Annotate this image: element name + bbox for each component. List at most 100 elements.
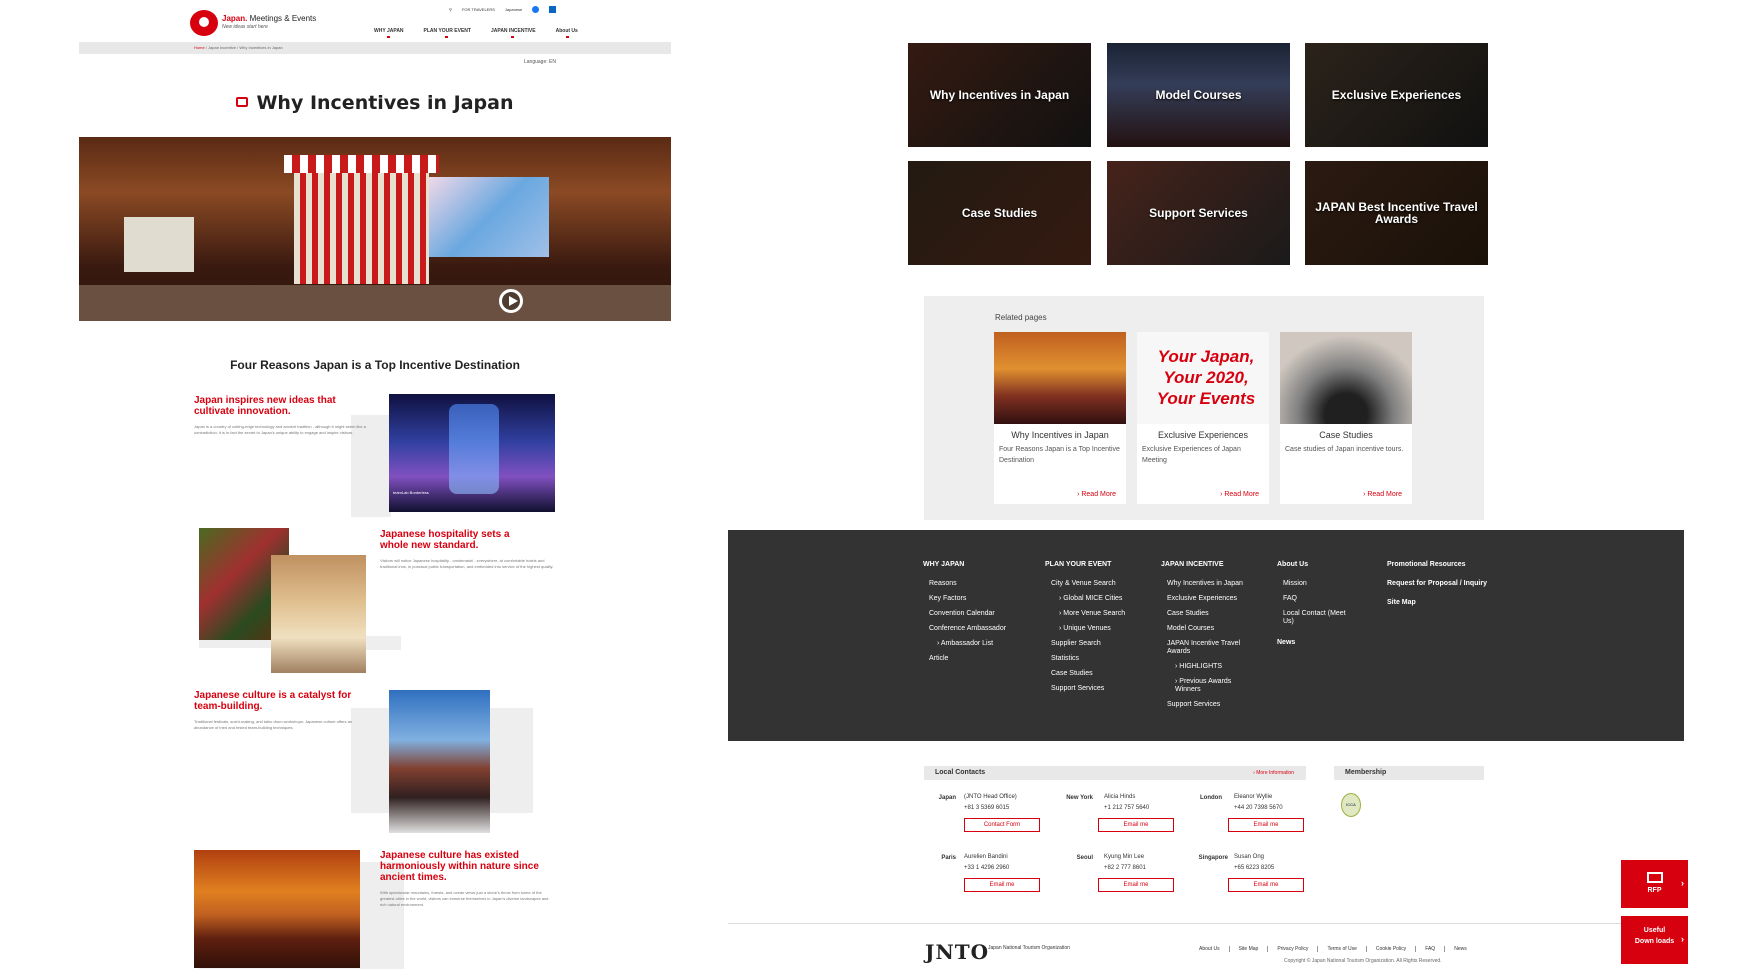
footer-link[interactable]: Case Studies xyxy=(1167,610,1256,618)
useful-downloads-button[interactable]: Useful Down loads › xyxy=(1621,916,1688,964)
footer-link[interactable]: Convention Calendar xyxy=(929,610,1006,618)
bottom-link-about[interactable]: About Us xyxy=(1190,946,1230,952)
email-me-button[interactable]: Email me xyxy=(1228,818,1304,832)
footer-link[interactable]: Statistics xyxy=(1051,655,1125,663)
read-more-label: Read More xyxy=(1224,491,1259,498)
footer-link[interactable]: Conference Ambassador xyxy=(929,625,1006,633)
footer-link[interactable]: › Global MICE Cities xyxy=(1059,595,1125,603)
reason-3-heading: Japanese culture is a catalyst for team-… xyxy=(194,690,352,712)
footer-link[interactable]: Support Services xyxy=(1051,685,1125,693)
festival-float-image xyxy=(389,690,490,833)
footer-link[interactable]: City & Venue Search xyxy=(1051,580,1125,588)
contact-phone: +1 212 757 5640 xyxy=(1104,805,1150,811)
related-card[interactable]: Why Incentives in Japan Four Reasons Jap… xyxy=(994,332,1126,504)
tile-best-incentive-awards[interactable]: JAPAN Best Incentive Travel Awards xyxy=(1305,161,1488,265)
more-information-link[interactable]: › More Information xyxy=(1253,770,1294,776)
footer-link[interactable]: FAQ xyxy=(1283,595,1347,603)
left-page: Japan. Meetings & Events New ideas start … xyxy=(79,0,671,969)
jnto-logo[interactable]: JNTO xyxy=(925,940,989,964)
nav-plan-your-event[interactable]: PLAN YOUR EVENT xyxy=(424,28,471,38)
reason-2-body: Visitors will notice Japanese hospitalit… xyxy=(380,558,554,569)
related-card[interactable]: Your Japan, Your 2020, Your Events Exclu… xyxy=(1137,332,1269,504)
email-me-button[interactable]: Email me xyxy=(1098,878,1174,892)
linkedin-icon[interactable] xyxy=(549,6,557,13)
bottom-link-faq[interactable]: FAQ xyxy=(1416,946,1446,952)
nav-why-japan[interactable]: WHY JAPAN xyxy=(374,28,404,38)
footer-link[interactable]: Support Services xyxy=(1167,701,1256,709)
footer-heading[interactable]: Promotional Resources xyxy=(1387,561,1487,569)
footer-link[interactable]: › Unique Venues xyxy=(1059,625,1125,633)
footer-link[interactable]: Model Courses xyxy=(1167,625,1256,633)
footer-link[interactable]: Local Contact (Meet Us) xyxy=(1283,610,1347,626)
bottom-link-sitemap[interactable]: Site Map xyxy=(1230,946,1269,952)
local-contacts-title: Local Contacts xyxy=(935,769,986,776)
tile-model-courses[interactable]: Model Courses xyxy=(1107,43,1290,147)
card-image: Your Japan, Your 2020, Your Events xyxy=(1137,332,1269,424)
icca-membership-badge[interactable]: ICCA xyxy=(1341,793,1361,817)
email-me-button[interactable]: Email me xyxy=(1098,818,1174,832)
play-video-icon[interactable] xyxy=(499,289,523,313)
local-contacts-header: Local Contacts › More Information xyxy=(924,766,1306,780)
japanese-link[interactable]: Japanese xyxy=(505,7,522,12)
footer-link[interactable]: Key Factors xyxy=(929,595,1006,603)
search-icon[interactable]: ⚲ xyxy=(449,7,452,12)
footer-heading[interactable]: WHY JAPAN xyxy=(923,561,1006,569)
footer-sitemap-link[interactable]: Site Map xyxy=(1387,599,1487,607)
card-desc: Case studies of Japan incentive tours. xyxy=(1285,446,1404,453)
footer-link[interactable]: Why Incentives in Japan xyxy=(1167,580,1256,588)
breadcrumb-home[interactable]: Home xyxy=(194,45,205,50)
nav-japan-incentive[interactable]: JAPAN INCENTIVE xyxy=(491,28,536,38)
tile-exclusive-experiences[interactable]: Exclusive Experiences xyxy=(1305,43,1488,147)
main-nav: WHY JAPAN PLAN YOUR EVENT JAPAN INCENTIV… xyxy=(374,28,578,38)
contact-name: Susan Ong xyxy=(1234,854,1265,860)
tile-why-incentives[interactable]: Why Incentives in Japan xyxy=(908,43,1091,147)
tile-support-services[interactable]: Support Services xyxy=(1107,161,1290,265)
bottom-link-news[interactable]: News xyxy=(1445,946,1476,952)
footer-rfp-link[interactable]: Request for Proposal / Inquiry xyxy=(1387,580,1487,588)
footer-link[interactable]: JAPAN Incentive Travel Awards xyxy=(1167,640,1256,656)
footer-link[interactable]: Case Studies xyxy=(1051,670,1125,678)
facebook-icon[interactable] xyxy=(532,6,540,13)
footer-link[interactable]: › More Venue Search xyxy=(1059,610,1125,618)
email-me-button[interactable]: Email me xyxy=(964,878,1040,892)
for-travelers-link[interactable]: FOR TRAVELERS xyxy=(462,7,495,12)
hero-image xyxy=(79,137,671,321)
rfp-button[interactable]: RFP › xyxy=(1621,860,1688,908)
title-icon xyxy=(236,97,249,107)
contact-phone: +82 2 777 8601 xyxy=(1104,865,1146,871)
page-title: Why Incentives in Japan xyxy=(79,92,671,114)
nav-about-us[interactable]: About Us xyxy=(556,28,578,38)
site-logo[interactable]: Japan. Meetings & Events New ideas start … xyxy=(190,10,316,36)
bottom-link-terms[interactable]: Terms of Use xyxy=(1318,946,1367,952)
breadcrumb-japan-incentive[interactable]: Japan Incentive xyxy=(208,45,236,50)
card-title: Exclusive Experiences xyxy=(1157,430,1249,440)
bottom-link-privacy[interactable]: Privacy Policy xyxy=(1268,946,1319,952)
footer-link[interactable]: Exclusive Experiences xyxy=(1167,595,1256,603)
footer-link[interactable]: › Ambassador List xyxy=(937,640,1006,648)
footer-heading[interactable]: PLAN YOUR EVENT xyxy=(1045,561,1125,569)
footer-heading-news[interactable]: News xyxy=(1277,639,1347,647)
site-footer: WHY JAPAN Reasons Key Factors Convention… xyxy=(728,530,1684,741)
page-title-text: Why Incentives in Japan xyxy=(256,92,514,114)
contact-info: Eleanor Wyllie +44 20 7398 5670 xyxy=(1234,792,1283,814)
tile-case-studies[interactable]: Case Studies xyxy=(908,161,1091,265)
reasons-title: Four Reasons Japan is a Top Incentive De… xyxy=(230,358,520,372)
footer-link[interactable]: Mission xyxy=(1283,580,1347,588)
footer-link[interactable]: Reasons xyxy=(929,580,1006,588)
read-more-link[interactable]: › Read More xyxy=(1220,491,1259,498)
read-more-link[interactable]: › Read More xyxy=(1077,491,1116,498)
related-card[interactable]: Case Studies Case studies of Japan incen… xyxy=(1280,332,1412,504)
language-selector[interactable]: Language: EN xyxy=(524,59,556,65)
footer-link[interactable]: Supplier Search xyxy=(1051,640,1125,648)
bottom-link-cookie[interactable]: Cookie Policy xyxy=(1367,946,1417,952)
footer-heading[interactable]: JAPAN INCENTIVE xyxy=(1161,561,1256,569)
footer-link-label: Unique Venues xyxy=(1063,625,1111,632)
read-more-link[interactable]: › Read More xyxy=(1363,491,1402,498)
footer-link[interactable]: › HIGHLIGHTS xyxy=(1175,663,1256,671)
email-me-button[interactable]: Email me xyxy=(1228,878,1304,892)
footer-link[interactable]: Article xyxy=(929,655,1006,663)
footer-heading[interactable]: About Us xyxy=(1277,561,1347,569)
contact-form-button[interactable]: Contact Form xyxy=(964,818,1040,832)
footer-link[interactable]: › Previous Awards Winners xyxy=(1175,678,1256,694)
reason-1-heading: Japan inspires new ideas that cultivate … xyxy=(194,395,336,417)
